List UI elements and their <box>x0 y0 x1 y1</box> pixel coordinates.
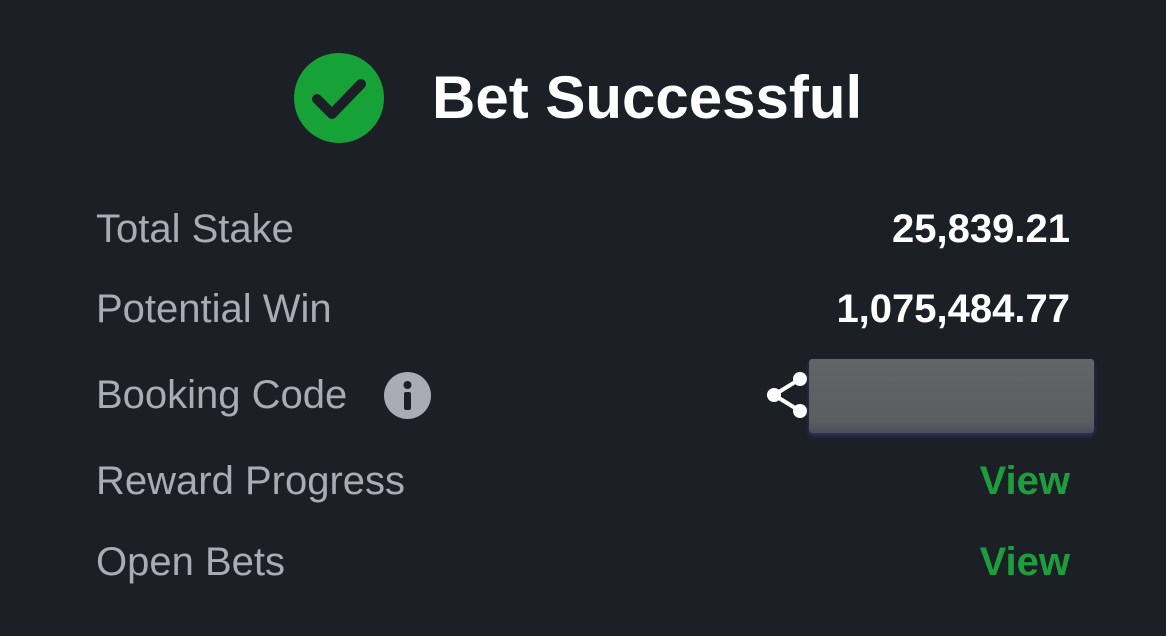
reward-progress-row: Reward Progress View <box>96 453 1070 509</box>
open-bets-row: Open Bets View <box>96 534 1070 590</box>
potential-win-label: Potential Win <box>96 287 332 331</box>
booking-code-redacted <box>809 359 1094 433</box>
page-title: Bet Successful <box>432 64 863 131</box>
share-icon[interactable] <box>764 369 812 421</box>
potential-win-row: Potential Win 1,075,484.77 <box>96 281 1070 337</box>
info-icon[interactable] <box>384 372 431 419</box>
booking-code-label: Booking Code <box>96 373 348 417</box>
open-bets-label: Open Bets <box>96 540 286 584</box>
reward-progress-view-link[interactable]: View <box>980 453 1070 509</box>
bet-success-header: Bet Successful <box>0 52 1166 144</box>
check-circle-icon <box>294 53 384 143</box>
total-stake-row: Total Stake 25,839.21 <box>96 201 1070 257</box>
booking-code-row: Booking Code <box>96 359 1094 433</box>
reward-progress-label: Reward Progress <box>96 459 406 503</box>
open-bets-view-link[interactable]: View <box>980 534 1070 590</box>
potential-win-value: 1,075,484.77 <box>836 287 1070 331</box>
total-stake-label: Total Stake <box>96 207 294 251</box>
total-stake-value: 25,839.21 <box>892 207 1070 251</box>
